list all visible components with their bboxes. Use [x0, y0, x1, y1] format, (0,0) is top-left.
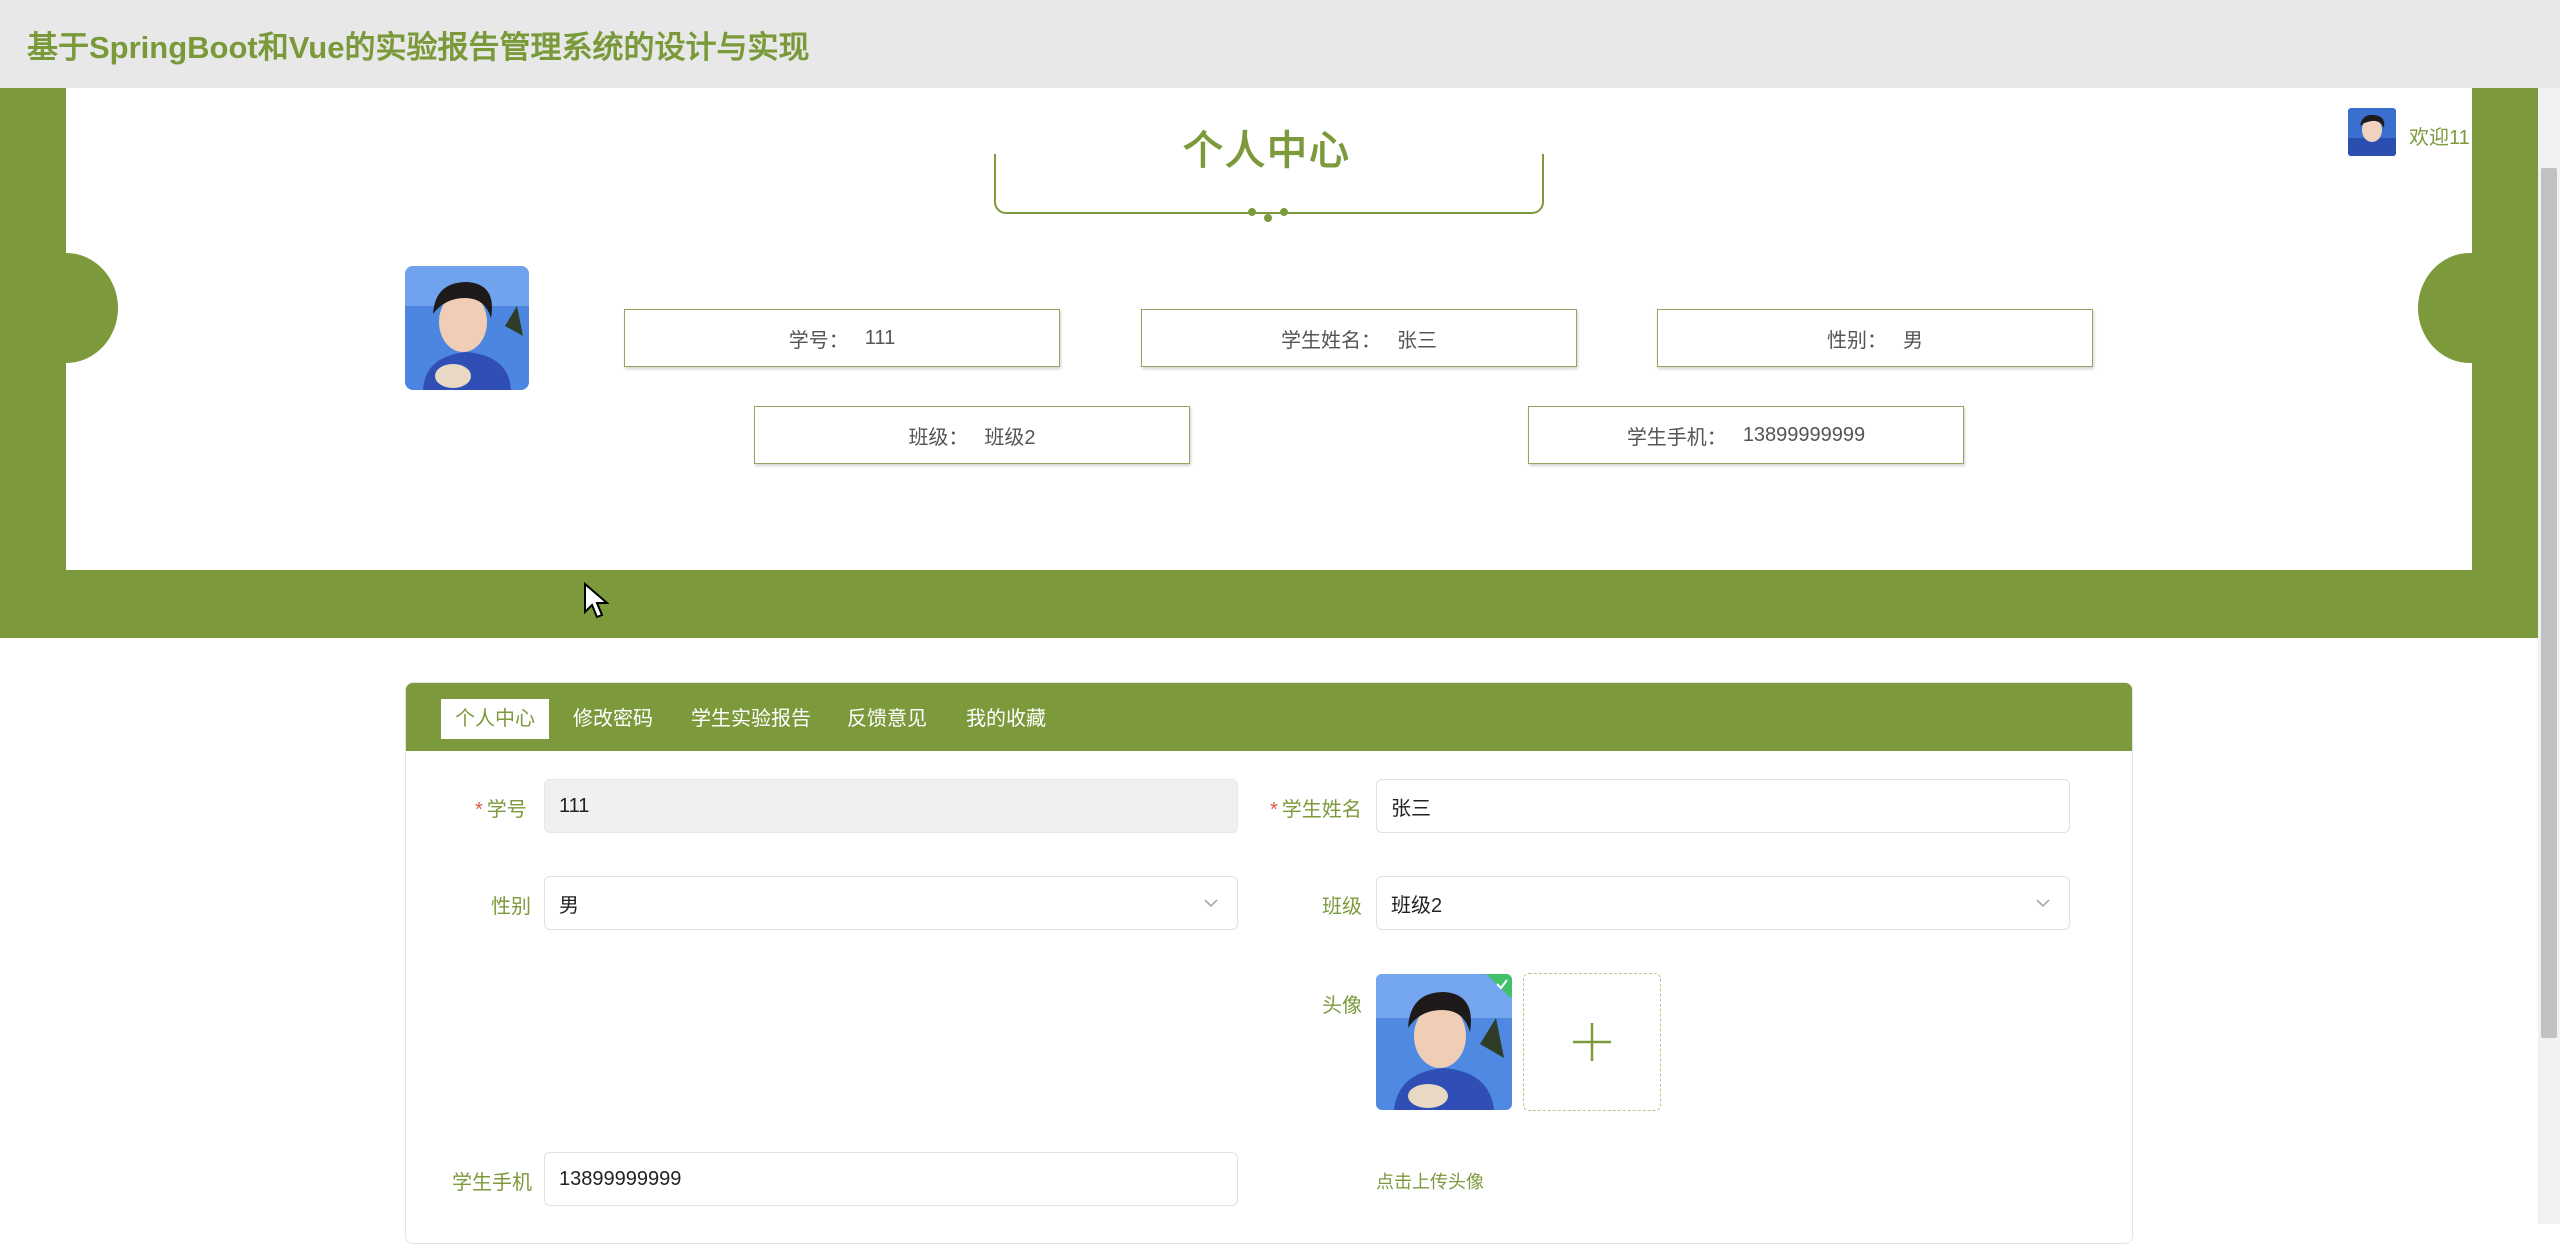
tab-student-reports[interactable]: 学生实验报告 [691, 699, 811, 739]
student-name-label: * 学生姓名 [1270, 799, 1362, 821]
gender-label: 性别 [491, 896, 531, 918]
info-phone: 学生手机： 13899999999 [1528, 406, 1964, 464]
class-select[interactable]: 班级2 [1376, 876, 2070, 930]
phone-input[interactable]: 13899999999 [544, 1152, 1238, 1206]
mouse-cursor-icon [584, 582, 609, 619]
student-name-input[interactable]: 张三 [1376, 779, 2070, 833]
info-student-no: 学号： 111 [624, 309, 1060, 367]
tab-change-password[interactable]: 修改密码 [573, 699, 653, 739]
avatar-label: 头像 [1322, 995, 1362, 1017]
user-avatar[interactable] [2348, 108, 2396, 156]
tab-personal-center[interactable]: 个人中心 [441, 699, 549, 739]
tab-feedback[interactable]: 反馈意见 [847, 699, 927, 739]
chevron-down-icon [2036, 899, 2050, 908]
title-dots-decoration [1238, 204, 1298, 224]
uploaded-avatar-thumbnail[interactable] [1376, 974, 1512, 1110]
tab-bar: 个人中心 修改密码 学生实验报告 反馈意见 我的收藏 [406, 683, 2132, 751]
student-no-input[interactable]: 111 [544, 779, 1238, 833]
decorative-notch-left [14, 253, 118, 363]
decorative-notch-right [2418, 253, 2522, 363]
student-no-label: * 学号 [475, 799, 527, 821]
tab-favorites[interactable]: 我的收藏 [966, 699, 1046, 739]
info-student-name: 学生姓名： 张三 [1141, 309, 1577, 367]
avatar-upload-button[interactable] [1523, 973, 1661, 1111]
top-bar: 基于SpringBoot和Vue的实验报告管理系统的设计与实现 [0, 0, 2560, 88]
upload-avatar-hint[interactable]: 点击上传头像 [1376, 1168, 1484, 1194]
info-gender: 性别：男 [1657, 309, 2093, 367]
chevron-down-icon [1204, 899, 1218, 908]
page-scrollbar-thumb[interactable] [2541, 168, 2557, 1038]
site-title: 基于SpringBoot和Vue的实验报告管理系统的设计与实现 [27, 30, 810, 65]
plus-icon [1572, 1022, 1611, 1061]
class-label: 班级 [1322, 896, 1362, 918]
gender-select[interactable]: 男 [544, 876, 1238, 930]
welcome-text[interactable]: 欢迎11 [2409, 121, 2470, 150]
profile-avatar [405, 266, 529, 390]
check-icon [1496, 979, 1508, 990]
phone-label: 学生手机 [452, 1172, 532, 1194]
info-class: 班级： 班级2 [754, 406, 1190, 464]
